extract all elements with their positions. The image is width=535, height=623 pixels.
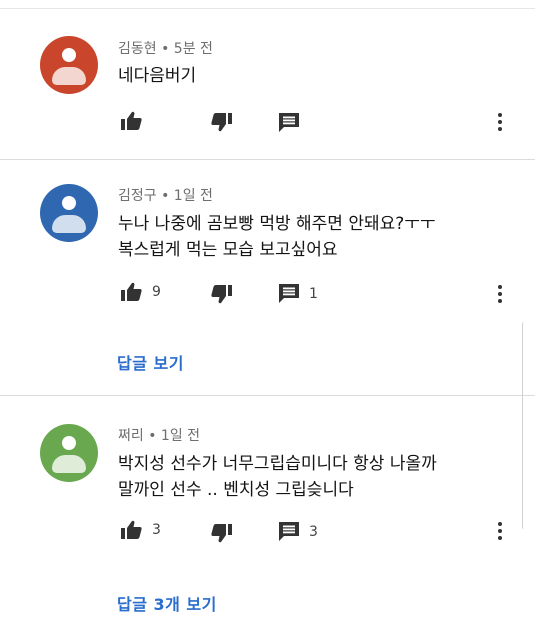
avatar-head	[62, 196, 76, 210]
more-options-button[interactable]	[497, 522, 503, 543]
more-vert-icon	[497, 113, 503, 131]
avatar-body	[52, 67, 86, 85]
avatar-head	[62, 436, 76, 450]
comment-icon	[279, 284, 299, 303]
comment-divider	[0, 159, 535, 160]
comment-line: 네다음버기	[118, 66, 197, 86]
comment-divider	[0, 395, 535, 396]
thumbs-up-icon	[121, 520, 142, 539]
avatar[interactable]	[40, 184, 98, 242]
top-divider	[0, 8, 535, 9]
like-button[interactable]: 9	[121, 282, 161, 301]
more-vert-icon	[497, 285, 503, 303]
comment-text: 네다음버기	[118, 63, 196, 89]
avatar[interactable]	[40, 36, 98, 94]
avatar-body	[52, 215, 86, 233]
comment-meta: 쩌리 • 1일 전	[118, 425, 200, 445]
reply-count: 1	[309, 285, 318, 302]
comment-text: 박지성 선수가 너무그립습미니다 항상 나올까 말까인 선수 .. 벤치성 그립…	[118, 451, 437, 503]
avatar-body	[52, 455, 86, 473]
reply-button[interactable]	[279, 113, 299, 132]
like-button[interactable]: 3	[121, 520, 161, 539]
scrollbar[interactable]	[522, 322, 527, 529]
avatar-head	[62, 48, 76, 62]
comment-author[interactable]: 쩌리	[118, 428, 144, 444]
view-replies-link[interactable]: 답글 보기	[117, 350, 184, 374]
comment-meta: 김정구 • 1일 전	[118, 185, 213, 205]
more-options-button[interactable]	[497, 285, 503, 306]
comment-text: 누나 나중에 곰보빵 먹방 해주면 안돼요?ㅜㅜ 복스럽게 먹는 모습 보고싶어…	[118, 211, 436, 263]
thumbs-up-icon	[121, 282, 142, 301]
dislike-button[interactable]	[211, 113, 232, 132]
comment-line: 복스럽게 먹는 모습 보고싶어요	[118, 240, 338, 260]
avatar[interactable]	[40, 424, 98, 482]
more-options-button[interactable]	[497, 113, 503, 134]
comment-icon	[279, 522, 299, 541]
like-count: 9	[152, 283, 161, 300]
comment-author[interactable]: 김동현	[118, 41, 157, 57]
comment-line: 박지성 선수가 너무그립습미니다 항상 나올까	[118, 454, 437, 474]
comment-line: 말까인 선수 .. 벤치성 그립슺니다	[118, 480, 354, 500]
thumbs-down-icon	[211, 113, 232, 132]
reply-count: 3	[309, 523, 318, 540]
comment-time: • 1일 전	[161, 188, 213, 204]
comment-icon	[279, 113, 299, 132]
thumbs-down-icon	[211, 524, 232, 543]
dislike-button[interactable]	[211, 285, 232, 304]
dislike-button[interactable]	[211, 524, 232, 543]
thumbs-down-icon	[211, 285, 232, 304]
thumbs-up-icon	[121, 111, 142, 130]
comment-time: • 1일 전	[148, 428, 201, 444]
reply-button[interactable]: 3	[279, 522, 318, 541]
reply-button[interactable]: 1	[279, 284, 318, 303]
like-count: 3	[152, 521, 161, 538]
comment-author[interactable]: 김정구	[118, 188, 157, 204]
more-vert-icon	[497, 522, 503, 540]
comment-time: • 5분 전	[161, 41, 213, 57]
like-button[interactable]	[121, 111, 142, 130]
view-replies-link[interactable]: 답글 3개 보기	[117, 591, 217, 615]
comment-meta: 김동현 • 5분 전	[118, 38, 213, 58]
comment-line: 누나 나중에 곰보빵 먹방 해주면 안돼요?ㅜㅜ	[118, 214, 436, 234]
